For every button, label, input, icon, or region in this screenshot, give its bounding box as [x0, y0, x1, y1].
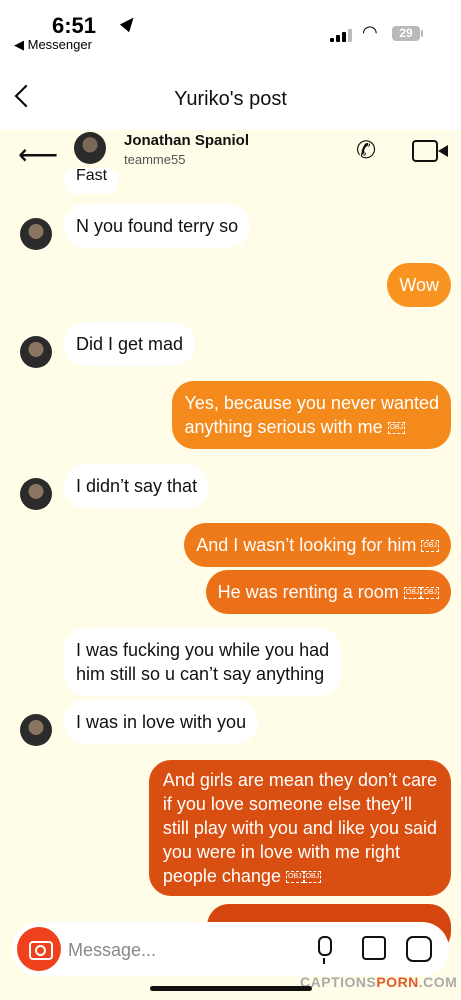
back-to-app-link[interactable]: ◀ Messenger [14, 37, 92, 53]
camera-icon[interactable] [17, 927, 61, 971]
message-outgoing: He was renting a room OBJ OBJ [205, 570, 451, 614]
emoji-placeholder: OBJ [303, 871, 322, 884]
post-nav-bar: Yuriko's post [0, 58, 461, 130]
message-outgoing: Wow [387, 263, 451, 307]
sticker-icon[interactable] [406, 936, 432, 962]
chat-screenshot: ⟵ Jonathan Spaniol teamme55 ✆ Fast N you… [0, 130, 461, 1000]
gallery-icon[interactable] [362, 936, 386, 960]
avatar[interactable] [74, 132, 106, 164]
battery-tip [421, 30, 423, 37]
contact-username: teamme55 [124, 152, 186, 167]
contact-name[interactable]: Jonathan Spaniol [124, 132, 249, 149]
message-outgoing: And I wasn’t looking for him OBJ [184, 523, 451, 567]
emoji-placeholder: OBJ [421, 540, 439, 553]
wifi-icon: ◠ [362, 22, 378, 42]
message-incoming: N you found terry so [64, 204, 251, 248]
message-incoming: Did I get mad [64, 322, 196, 366]
phone-icon[interactable]: ✆ [356, 136, 376, 165]
message-line: He was renting a room [217, 582, 399, 602]
page-title: Yuriko's post [174, 88, 287, 110]
watermark: CAPTIONSPORN.COM [300, 974, 457, 990]
avatar [20, 478, 52, 510]
message-line: I was fucking you while you had [76, 640, 330, 660]
message-line: you were in love with me right [162, 842, 400, 862]
message-line: people change [162, 866, 281, 886]
message-line: And I wasn’t looking for him [196, 535, 417, 555]
message-input[interactable]: Message... [68, 940, 156, 961]
message-line: him still so u can’t say anything [76, 664, 325, 684]
status-bar: 6:51 ◀ Messenger ◠ 29 [0, 0, 461, 58]
watermark-right: .COM [418, 974, 458, 990]
emoji-placeholder: OBJ [387, 422, 406, 435]
back-arrow-icon[interactable]: ⟵ [18, 138, 58, 171]
home-indicator [150, 986, 312, 991]
avatar [20, 336, 52, 368]
battery-indicator: 29 [392, 26, 420, 41]
location-icon [119, 13, 139, 33]
message-incoming: I was in love with you [64, 700, 259, 744]
emoji-placeholder: OBJ [403, 587, 422, 600]
signal-icon [330, 24, 354, 42]
message-line: anything serious with me [184, 417, 383, 437]
message-partial: Fast [64, 168, 120, 194]
message-line: And girls are mean they don’t care [162, 770, 437, 790]
message-line: still play with you and like you said [162, 818, 437, 838]
avatar [20, 218, 52, 250]
emoji-placeholder: OBJ [421, 587, 439, 600]
message-composer: Message... [12, 922, 449, 976]
message-outgoing: And girls are mean they don’t care if yo… [148, 760, 451, 896]
watermark-mid: PORN [376, 974, 419, 990]
clock: 6:51 [52, 13, 97, 38]
message-outgoing: Yes, because you never wanted anything s… [172, 381, 451, 449]
avatar [20, 714, 52, 746]
emoji-placeholder: OBJ [285, 871, 304, 884]
message-line: Yes, because you never wanted [184, 393, 439, 413]
message-incoming: I was fucking you while you had him stil… [64, 628, 342, 696]
video-call-icon[interactable] [412, 140, 448, 162]
message-incoming: I didn’t say that [64, 464, 210, 508]
microphone-icon[interactable] [318, 936, 332, 964]
message-line: if you love someone else they’ll [162, 794, 412, 814]
